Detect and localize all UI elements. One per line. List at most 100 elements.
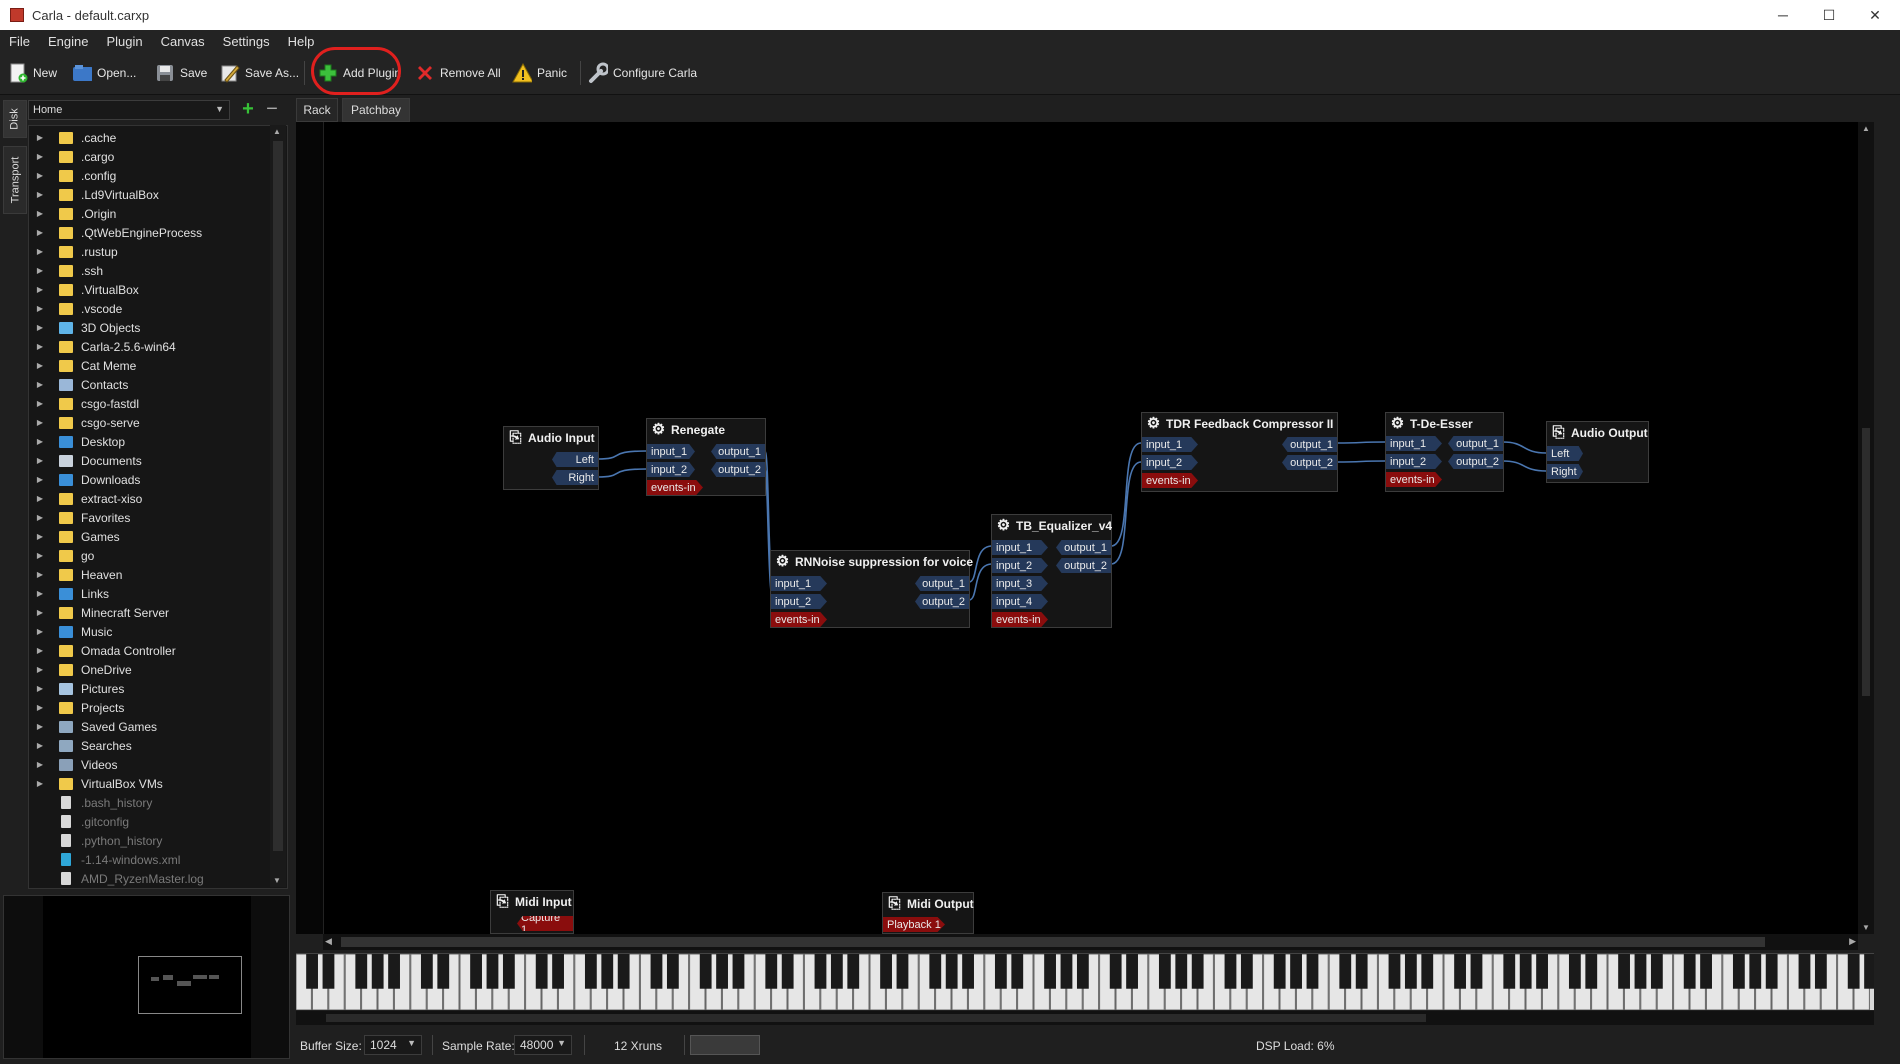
file-tree-item[interactable]: ▶ .vscode bbox=[29, 299, 269, 318]
remove-path-button[interactable]: − bbox=[262, 99, 282, 120]
expand-arrow-icon[interactable]: ▶ bbox=[33, 209, 47, 218]
black-key[interactable] bbox=[1864, 954, 1876, 989]
scroll-down-icon[interactable]: ▼ bbox=[273, 876, 281, 885]
midi-output-box[interactable]: ⎘ Midi Output Playback 1 bbox=[882, 892, 974, 934]
black-key[interactable] bbox=[1076, 954, 1089, 989]
file-tree-item[interactable]: ▶ Carla-2.5.6-win64 bbox=[29, 337, 269, 356]
canvas-horizontal-scrollbar[interactable]: ◀ ▶ bbox=[323, 934, 1858, 950]
rnnoise-input-1[interactable]: input_1 bbox=[771, 576, 827, 591]
add-path-button[interactable]: + bbox=[238, 99, 258, 120]
black-key[interactable] bbox=[306, 954, 318, 989]
sample-rate-dropdown[interactable]: 48000 ▼ bbox=[514, 1035, 572, 1055]
black-key[interactable] bbox=[1339, 954, 1352, 989]
midi-playback-port[interactable]: Playback 1 bbox=[883, 917, 945, 932]
file-tree-item[interactable]: ▶ .cargo bbox=[29, 147, 269, 166]
expand-arrow-icon[interactable]: ▶ bbox=[33, 399, 47, 408]
eq-input-3[interactable]: input_3 bbox=[992, 576, 1048, 591]
file-tree-item[interactable]: ▶ go bbox=[29, 546, 269, 565]
file-tree-item[interactable]: ▶ Omada Controller bbox=[29, 641, 269, 660]
tab-rack[interactable]: Rack bbox=[296, 98, 338, 122]
black-key[interactable] bbox=[847, 954, 860, 989]
expand-arrow-icon[interactable]: ▶ bbox=[33, 570, 47, 579]
file-tree-item[interactable]: ▶ Documents bbox=[29, 451, 269, 470]
expand-arrow-icon[interactable]: ▶ bbox=[33, 437, 47, 446]
black-key[interactable] bbox=[896, 954, 909, 989]
file-tree-item[interactable]: ▶ 3D Objects bbox=[29, 318, 269, 337]
expand-arrow-icon[interactable]: ▶ bbox=[33, 133, 47, 142]
expand-arrow-icon[interactable]: ▶ bbox=[33, 494, 47, 503]
file-tree-item[interactable]: ▶ Pictures bbox=[29, 679, 269, 698]
file-tree-scrollbar[interactable]: ▲ ▼ bbox=[270, 125, 286, 887]
expand-arrow-icon[interactable]: ▶ bbox=[33, 247, 47, 256]
expand-arrow-icon[interactable]: ▶ bbox=[33, 513, 47, 522]
black-key[interactable] bbox=[1306, 954, 1319, 989]
expand-arrow-icon[interactable]: ▶ bbox=[33, 760, 47, 769]
black-key[interactable] bbox=[732, 954, 745, 989]
black-key[interactable] bbox=[1536, 954, 1548, 989]
black-key[interactable] bbox=[437, 954, 450, 989]
audio-output-box[interactable]: ⎘ Audio Output Left Right bbox=[1546, 421, 1649, 483]
configure-carla-button[interactable]: Configure Carla bbox=[588, 60, 697, 86]
black-key[interactable] bbox=[1503, 954, 1516, 989]
patchbay-canvas[interactable]: ⎘ Audio Input Left Right ⚙ Renegate inpu… bbox=[296, 122, 1874, 934]
black-key[interactable] bbox=[1355, 954, 1368, 989]
black-key[interactable] bbox=[1618, 954, 1630, 989]
rnnoise-output-2[interactable]: output_2 bbox=[915, 594, 969, 609]
file-tree-item[interactable]: ▶ csgo-fastdl bbox=[29, 394, 269, 413]
tab-transport[interactable]: Transport bbox=[3, 146, 27, 214]
audio-input-box[interactable]: ⎘ Audio Input Left Right bbox=[503, 426, 599, 490]
audio-input-left-port[interactable]: Left bbox=[552, 452, 598, 467]
close-button[interactable]: ✕ bbox=[1852, 0, 1898, 30]
file-tree-item[interactable]: ▶ Favorites bbox=[29, 508, 269, 527]
black-key[interactable] bbox=[765, 954, 778, 989]
file-tree-item[interactable]: -1.14-windows.xml bbox=[29, 850, 269, 869]
menu-file[interactable]: File bbox=[0, 34, 39, 49]
black-key[interactable] bbox=[1060, 954, 1073, 989]
deesser-output-2[interactable]: output_2 bbox=[1448, 454, 1503, 469]
menu-engine[interactable]: Engine bbox=[39, 34, 97, 49]
file-tree-item[interactable]: AMD_RyzenMaster.log bbox=[29, 869, 269, 888]
rnnoise-output-1[interactable]: output_1 bbox=[915, 576, 969, 591]
black-key[interactable] bbox=[388, 954, 400, 989]
file-tree-item[interactable]: ▶ extract-xiso bbox=[29, 489, 269, 508]
tab-patchbay[interactable]: Patchbay bbox=[342, 98, 410, 122]
deesser-events-in[interactable]: events-in bbox=[1386, 472, 1442, 487]
save-button[interactable]: Save bbox=[155, 60, 207, 86]
expand-arrow-icon[interactable]: ▶ bbox=[33, 418, 47, 427]
eq-events-in[interactable]: events-in bbox=[992, 612, 1048, 627]
scrollbar-thumb[interactable] bbox=[341, 937, 1765, 947]
tdr-events-in[interactable]: events-in bbox=[1142, 473, 1198, 488]
black-key[interactable] bbox=[1650, 954, 1663, 989]
file-tree-item[interactable]: ▶ Videos bbox=[29, 755, 269, 774]
black-key[interactable] bbox=[552, 954, 564, 989]
file-tree-item[interactable]: ▶ Links bbox=[29, 584, 269, 603]
scroll-up-icon[interactable]: ▲ bbox=[273, 127, 281, 136]
expand-arrow-icon[interactable]: ▶ bbox=[33, 152, 47, 161]
black-key[interactable] bbox=[1847, 954, 1860, 989]
black-key[interactable] bbox=[1404, 954, 1417, 989]
scrollbar-thumb[interactable] bbox=[326, 1014, 1426, 1022]
expand-arrow-icon[interactable]: ▶ bbox=[33, 589, 47, 598]
tdr-input-2[interactable]: input_2 bbox=[1142, 455, 1198, 470]
file-tree-item[interactable]: .bash_history bbox=[29, 793, 269, 812]
piano-keys[interactable] bbox=[295, 953, 1876, 1011]
black-key[interactable] bbox=[650, 954, 663, 989]
location-dropdown[interactable]: Home ▼ bbox=[28, 100, 230, 120]
black-key[interactable] bbox=[601, 954, 614, 989]
black-key[interactable] bbox=[1634, 954, 1647, 989]
tab-disk[interactable]: Disk bbox=[3, 100, 27, 138]
tb-equalizer-plugin-box[interactable]: ⚙ TB_Equalizer_v4 input_1 input_2 input_… bbox=[991, 514, 1112, 628]
black-key[interactable] bbox=[716, 954, 728, 989]
black-key[interactable] bbox=[470, 954, 482, 989]
black-key[interactable] bbox=[994, 954, 1007, 989]
menu-help[interactable]: Help bbox=[279, 34, 324, 49]
expand-arrow-icon[interactable]: ▶ bbox=[33, 171, 47, 180]
black-key[interactable] bbox=[355, 954, 368, 989]
file-tree-item[interactable]: ▶ OneDrive bbox=[29, 660, 269, 679]
black-key[interactable] bbox=[814, 954, 827, 989]
expand-arrow-icon[interactable]: ▶ bbox=[33, 285, 47, 294]
black-key[interactable] bbox=[666, 954, 679, 989]
black-key[interactable] bbox=[1126, 954, 1138, 989]
rnnoise-events-in[interactable]: events-in bbox=[771, 612, 827, 627]
maximize-button[interactable]: ☐ bbox=[1806, 0, 1852, 30]
